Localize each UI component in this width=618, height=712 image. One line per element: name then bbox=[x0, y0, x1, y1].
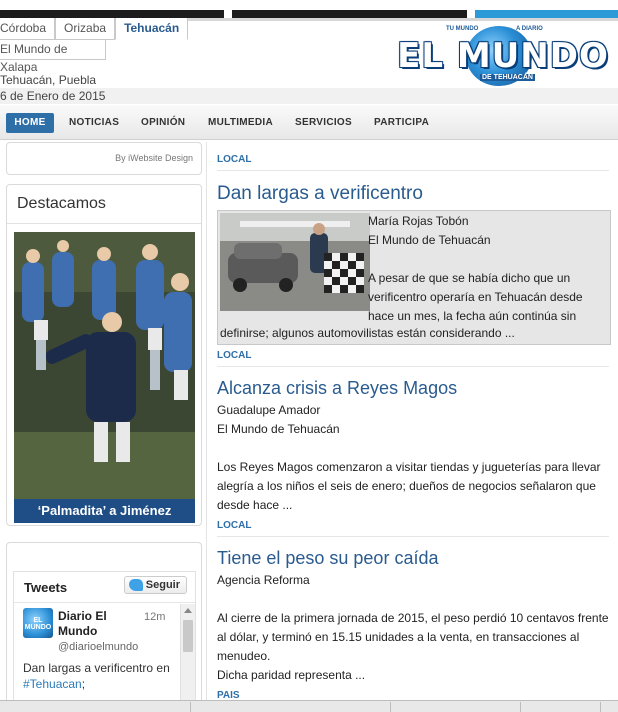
follow-button[interactable]: Seguir bbox=[123, 576, 187, 594]
logo-subtitle: DE TEHUACÁN bbox=[480, 74, 535, 81]
section-label[interactable]: LOCAL bbox=[217, 154, 251, 165]
tweet-text: Dan largas a verificentro en #Tehuacan; bbox=[23, 660, 173, 692]
site-logo[interactable]: TU MUNDO A DIARIO EL MUNDO DE TEHUACÁN bbox=[396, 22, 610, 88]
twitter-timeline: Tweets Seguir EL MUNDO Diario El Mundo 1… bbox=[13, 571, 196, 712]
article-title[interactable]: Alcanza crisis a Reyes Magos bbox=[217, 378, 457, 399]
article-author: Agencia Reforma bbox=[217, 573, 310, 587]
nav-servicios[interactable]: SERVICIOS bbox=[295, 113, 352, 133]
location-text: Tehuacán, Puebla bbox=[0, 73, 97, 87]
main-content: LOCAL Dan largas a verificentro María Ro… bbox=[206, 142, 618, 712]
football-training-image bbox=[14, 232, 195, 499]
nav-participa[interactable]: PARTICIPA bbox=[374, 113, 429, 133]
featured-box: Destacamos ‘Palmadita’ a Jiménez bbox=[6, 184, 202, 526]
article-outlet: El Mundo de Tehuacán bbox=[368, 233, 491, 247]
city-tabs: Córdoba Orizaba Tehuacán bbox=[0, 18, 189, 40]
tweet-author-name[interactable]: Diario El Mundo bbox=[58, 609, 130, 639]
article-title[interactable]: Tiene el peso su peor caída bbox=[217, 548, 438, 569]
article-author: María Rojas Tobón bbox=[368, 214, 469, 228]
twitter-widget: Tweets Seguir EL MUNDO Diario El Mundo 1… bbox=[6, 542, 202, 712]
city-tab-tehuacan[interactable]: Tehuacán bbox=[115, 18, 189, 40]
tweet-time[interactable]: 12m bbox=[144, 611, 165, 623]
scrollbar-thumb[interactable] bbox=[183, 620, 193, 652]
status-bar-divider bbox=[190, 702, 191, 712]
article-feature-box: María Rojas Tobón El Mundo de Tehuacán A… bbox=[217, 210, 611, 345]
city-tab-cordoba[interactable]: Córdoba bbox=[0, 18, 56, 40]
top-strip-segment bbox=[0, 10, 224, 18]
divider bbox=[217, 170, 609, 171]
nav-home[interactable]: HOME bbox=[6, 113, 54, 133]
logo-tagline-left: TU MUNDO bbox=[446, 26, 479, 32]
city-tab-xalapa[interactable]: El Mundo de Xalapa bbox=[0, 40, 106, 74]
article-photo[interactable] bbox=[220, 213, 370, 311]
browser-status-bar bbox=[0, 700, 618, 712]
status-bar-divider bbox=[390, 702, 391, 712]
design-credit: By iWebsite Design bbox=[6, 142, 202, 175]
nav-multimedia[interactable]: MULTIMEDIA bbox=[208, 113, 273, 133]
main-nav: HOME NOTICIAS OPINIÓN MULTIMEDIA SERVICI… bbox=[0, 105, 618, 140]
verificentro-image bbox=[220, 213, 370, 311]
divider bbox=[217, 536, 609, 537]
nav-noticias[interactable]: NOTICIAS bbox=[69, 113, 119, 133]
logo-tagline-right: A DIARIO bbox=[516, 26, 543, 32]
article-excerpt: A pesar de que se había dicho que un ver… bbox=[368, 271, 583, 323]
status-bar-divider bbox=[520, 702, 521, 712]
date-text: 6 de Enero de 2015 bbox=[0, 88, 618, 104]
tweet-text-end: ; bbox=[81, 677, 86, 691]
twitter-bird-icon bbox=[128, 579, 143, 592]
article-meta: María Rojas Tobón El Mundo de Tehuacán A… bbox=[368, 212, 608, 326]
article-outlet: El Mundo de Tehuacán bbox=[217, 422, 340, 436]
nav-opinion[interactable]: OPINIÓN bbox=[141, 113, 185, 133]
tweet-text-start: Dan largas a verificentro en bbox=[23, 661, 170, 675]
divider bbox=[217, 366, 609, 367]
featured-title: Destacamos bbox=[17, 195, 106, 212]
design-credit-text[interactable]: By iWebsite Design bbox=[115, 153, 193, 163]
section-label[interactable]: LOCAL bbox=[217, 350, 251, 361]
avatar-text: EL MUNDO bbox=[24, 617, 52, 631]
logo-wordmark: EL MUNDO bbox=[397, 36, 609, 76]
scroll-up-arrow-icon[interactable] bbox=[184, 608, 192, 613]
article-author: Guadalupe Amador bbox=[217, 403, 321, 417]
city-tab-orizaba[interactable]: Orizaba bbox=[55, 18, 116, 40]
top-strip-segment-accent bbox=[475, 10, 618, 18]
article-excerpt-continued: definirse; algunos automovilistas están … bbox=[220, 326, 515, 340]
divider bbox=[14, 602, 195, 603]
avatar[interactable]: EL MUNDO bbox=[23, 608, 53, 638]
featured-photo[interactable] bbox=[14, 232, 195, 499]
tweets-scrollbar[interactable] bbox=[180, 604, 195, 712]
top-strip-segment bbox=[232, 10, 467, 18]
article-excerpt: Al cierre de la primera jornada de 2015,… bbox=[217, 611, 609, 663]
status-bar-divider bbox=[600, 702, 601, 712]
follow-label: Seguir bbox=[145, 579, 180, 591]
divider bbox=[7, 223, 201, 224]
twitter-title: Tweets bbox=[24, 580, 68, 595]
article-title[interactable]: Dan largas a verificentro bbox=[217, 183, 423, 205]
tweet-author-handle[interactable]: @diarioelmundo bbox=[58, 641, 138, 653]
featured-caption[interactable]: ‘Palmadita’ a Jiménez bbox=[14, 499, 195, 523]
article-excerpt-continued: Dicha paridad representa ... bbox=[217, 668, 366, 682]
section-label[interactable]: LOCAL bbox=[217, 520, 251, 531]
hashtag-link[interactable]: #Tehuacan bbox=[23, 677, 82, 691]
article-excerpt: Los Reyes Magos comenzaron a visitar tie… bbox=[217, 460, 601, 512]
